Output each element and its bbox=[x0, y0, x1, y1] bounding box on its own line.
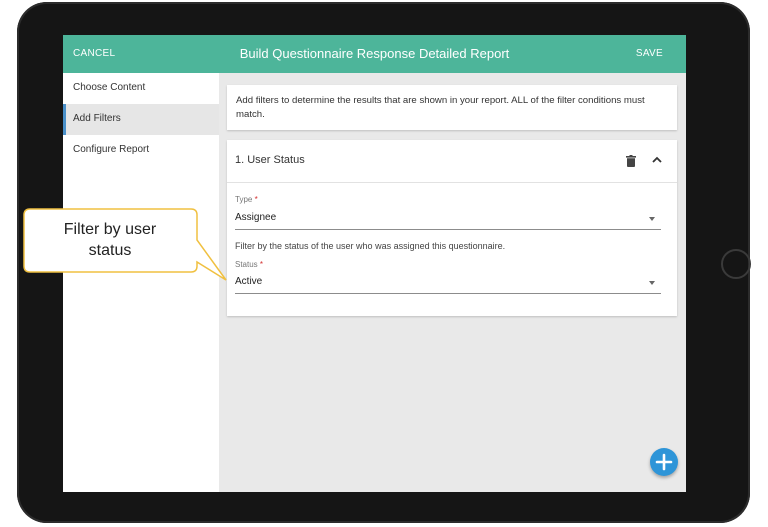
type-label-text: Type bbox=[235, 195, 253, 204]
required-marker: * bbox=[254, 195, 258, 204]
main-content: Add filters to determine the results tha… bbox=[219, 73, 686, 492]
sidebar-item-add-filters[interactable]: Add Filters bbox=[63, 104, 219, 135]
app-screen: CANCEL Build Questionnaire Response Deta… bbox=[63, 35, 686, 492]
sidebar-item-choose-content[interactable]: Choose Content bbox=[63, 73, 219, 104]
dropdown-arrow-icon bbox=[649, 281, 655, 285]
trash-icon[interactable] bbox=[626, 155, 636, 167]
filter-title: 1. User Status bbox=[235, 154, 305, 166]
sidebar: Choose Content Add Filters Configure Rep… bbox=[63, 73, 219, 492]
callout-text: Filter by user status bbox=[24, 219, 196, 261]
type-select-value: Assignee bbox=[235, 212, 277, 223]
dropdown-arrow-icon bbox=[649, 217, 655, 221]
plus-icon bbox=[655, 453, 673, 471]
chevron-up-icon[interactable] bbox=[650, 153, 664, 167]
status-select[interactable]: Active bbox=[235, 273, 661, 294]
sidebar-item-label: Add Filters bbox=[73, 113, 121, 124]
status-label: Status * bbox=[235, 260, 263, 269]
helper-text: Filter by the status of the user who was… bbox=[235, 241, 506, 251]
status-label-text: Status bbox=[235, 260, 258, 269]
callout-line-1: Filter by user bbox=[63, 221, 157, 238]
sidebar-item-label: Choose Content bbox=[73, 82, 146, 93]
type-label: Type * bbox=[235, 195, 258, 204]
type-select[interactable]: Assignee bbox=[235, 209, 661, 230]
required-marker: * bbox=[259, 260, 264, 269]
page-title: Build Questionnaire Response Detailed Re… bbox=[239, 46, 510, 61]
filter-header[interactable]: 1. User Status bbox=[227, 140, 677, 183]
info-text: Add filters to determine the results tha… bbox=[236, 95, 645, 120]
info-card: Add filters to determine the results tha… bbox=[227, 85, 677, 130]
save-button[interactable]: SAVE bbox=[636, 48, 663, 59]
sidebar-item-label: Configure Report bbox=[73, 144, 150, 155]
app-bar: CANCEL Build Questionnaire Response Deta… bbox=[63, 35, 686, 73]
add-filter-button[interactable] bbox=[650, 448, 678, 476]
sidebar-item-configure-report[interactable]: Configure Report bbox=[63, 135, 219, 166]
home-button[interactable] bbox=[721, 249, 751, 279]
status-select-value: Active bbox=[235, 276, 263, 287]
filter-card: 1. User Status Type * Assignee Filter by… bbox=[227, 140, 677, 316]
callout-line-2: status bbox=[88, 242, 132, 259]
